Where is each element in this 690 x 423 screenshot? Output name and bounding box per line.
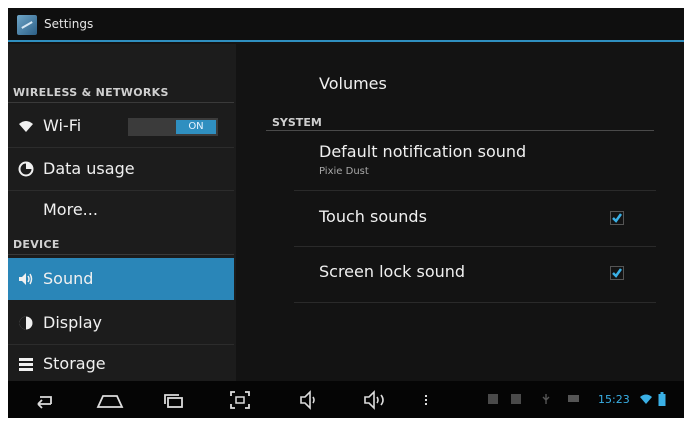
notification-icon[interactable] — [511, 394, 521, 404]
title-bar: Settings — [8, 8, 684, 42]
sidebar-item-display[interactable]: Display — [8, 302, 234, 344]
divider — [294, 246, 656, 247]
wifi-icon — [640, 394, 652, 404]
volume-up-icon[interactable] — [363, 390, 393, 410]
sidebar-item-label: Storage — [43, 354, 106, 373]
wifi-toggle[interactable]: ON — [128, 118, 218, 136]
touch-sounds-checkbox[interactable] — [610, 211, 624, 225]
sidebar-item-label: Wi-Fi — [43, 116, 82, 135]
data-usage-icon — [18, 161, 34, 177]
header-divider — [8, 254, 234, 255]
back-icon[interactable] — [32, 390, 54, 410]
navigation-bar: 15:23 — [8, 381, 684, 418]
usb-icon — [542, 394, 550, 404]
sidebar-item-storage[interactable]: Storage — [8, 343, 234, 385]
window-title: Settings — [44, 17, 94, 31]
sidebar-item-label: Display — [43, 313, 102, 332]
sidebar-item-wifi[interactable]: Wi-Fi ON — [8, 105, 234, 147]
storage-status-icon — [568, 395, 579, 402]
volume-down-icon[interactable] — [299, 390, 321, 410]
screenshot-icon[interactable] — [229, 390, 251, 410]
recent-apps-icon[interactable] — [163, 390, 185, 410]
touch-sounds-label: Touch sounds — [319, 207, 427, 226]
sidebar-item-more[interactable]: More... — [8, 189, 234, 231]
default-notification-sound-item[interactable]: Default notification sound — [319, 142, 526, 161]
sidebar-item-label: Sound — [43, 269, 94, 288]
notification-icon[interactable] — [488, 394, 498, 404]
title-accent-line — [8, 40, 684, 42]
divider — [294, 302, 656, 303]
sidebar-item-sound[interactable]: Sound — [8, 258, 234, 300]
sidebar-item-label: More... — [43, 200, 98, 219]
settings-categories-pane: WIRELESS & NETWORKS Wi-Fi ON Data usage … — [8, 44, 236, 381]
system-header: SYSTEM — [272, 116, 322, 129]
storage-icon — [19, 358, 33, 371]
wifi-toggle-state: ON — [176, 120, 216, 134]
header-divider — [266, 130, 654, 131]
display-icon — [19, 316, 33, 330]
volumes-item[interactable]: Volumes — [319, 74, 387, 93]
status-time: 15:23 — [598, 393, 630, 406]
screen-lock-sound-label: Screen lock sound — [319, 262, 466, 281]
android-screen: Settings WIRELESS & NETWORKS Wi-Fi ON Da… — [8, 8, 684, 418]
sound-icon — [19, 273, 33, 285]
battery-icon — [658, 392, 666, 406]
wifi-icon — [19, 121, 33, 132]
wireless-networks-header: WIRELESS & NETWORKS — [13, 86, 169, 99]
device-header: DEVICE — [13, 238, 60, 251]
menu-icon[interactable] — [422, 390, 430, 410]
settings-app-icon — [17, 15, 37, 35]
sound-settings-pane: Volumes SYSTEM Default notification soun… — [236, 44, 684, 381]
header-divider — [8, 102, 234, 103]
divider — [294, 190, 656, 191]
sidebar-item-label: Data usage — [43, 159, 135, 178]
screen-lock-sound-checkbox[interactable] — [610, 266, 624, 280]
sidebar-item-data-usage[interactable]: Data usage — [8, 148, 234, 190]
default-notification-sound-value: Pixie Dust — [319, 166, 369, 177]
home-icon[interactable] — [96, 390, 124, 410]
